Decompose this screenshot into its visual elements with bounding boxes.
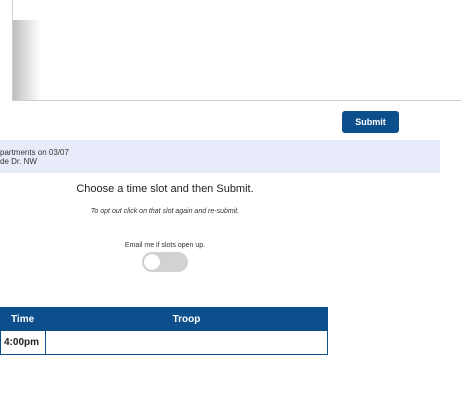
column-header-troop: Troop xyxy=(45,307,328,331)
opt-out-hint: To opt out click on that slot again and … xyxy=(90,208,240,215)
booth-address-line: de Dr. NW xyxy=(0,157,37,166)
instruction-text: Choose a time slot and then Submit. xyxy=(76,183,254,195)
submit-button[interactable]: Submit xyxy=(342,111,399,133)
panel-shadow xyxy=(13,20,41,100)
time-slot-table: Time Troop 4:00pm xyxy=(0,307,328,355)
slot-troop-cell[interactable] xyxy=(45,330,328,355)
top-panel xyxy=(12,0,461,101)
table-header-row: Time Troop xyxy=(0,307,328,331)
email-notify-toggle[interactable] xyxy=(142,252,188,272)
email-notify-label: Email me if slots open up. xyxy=(124,242,206,249)
slot-time-cell: 4:00pm xyxy=(0,330,46,355)
toggle-knob xyxy=(144,254,160,270)
table-row[interactable]: 4:00pm xyxy=(0,330,328,355)
booth-info-banner: partments on 03/07 de Dr. NW xyxy=(0,140,440,173)
sale-signup-page: Submit partments on 03/07 de Dr. NW Choo… xyxy=(0,0,461,406)
column-header-time: Time xyxy=(0,307,46,331)
booth-location-line: partments on 03/07 xyxy=(0,148,69,157)
